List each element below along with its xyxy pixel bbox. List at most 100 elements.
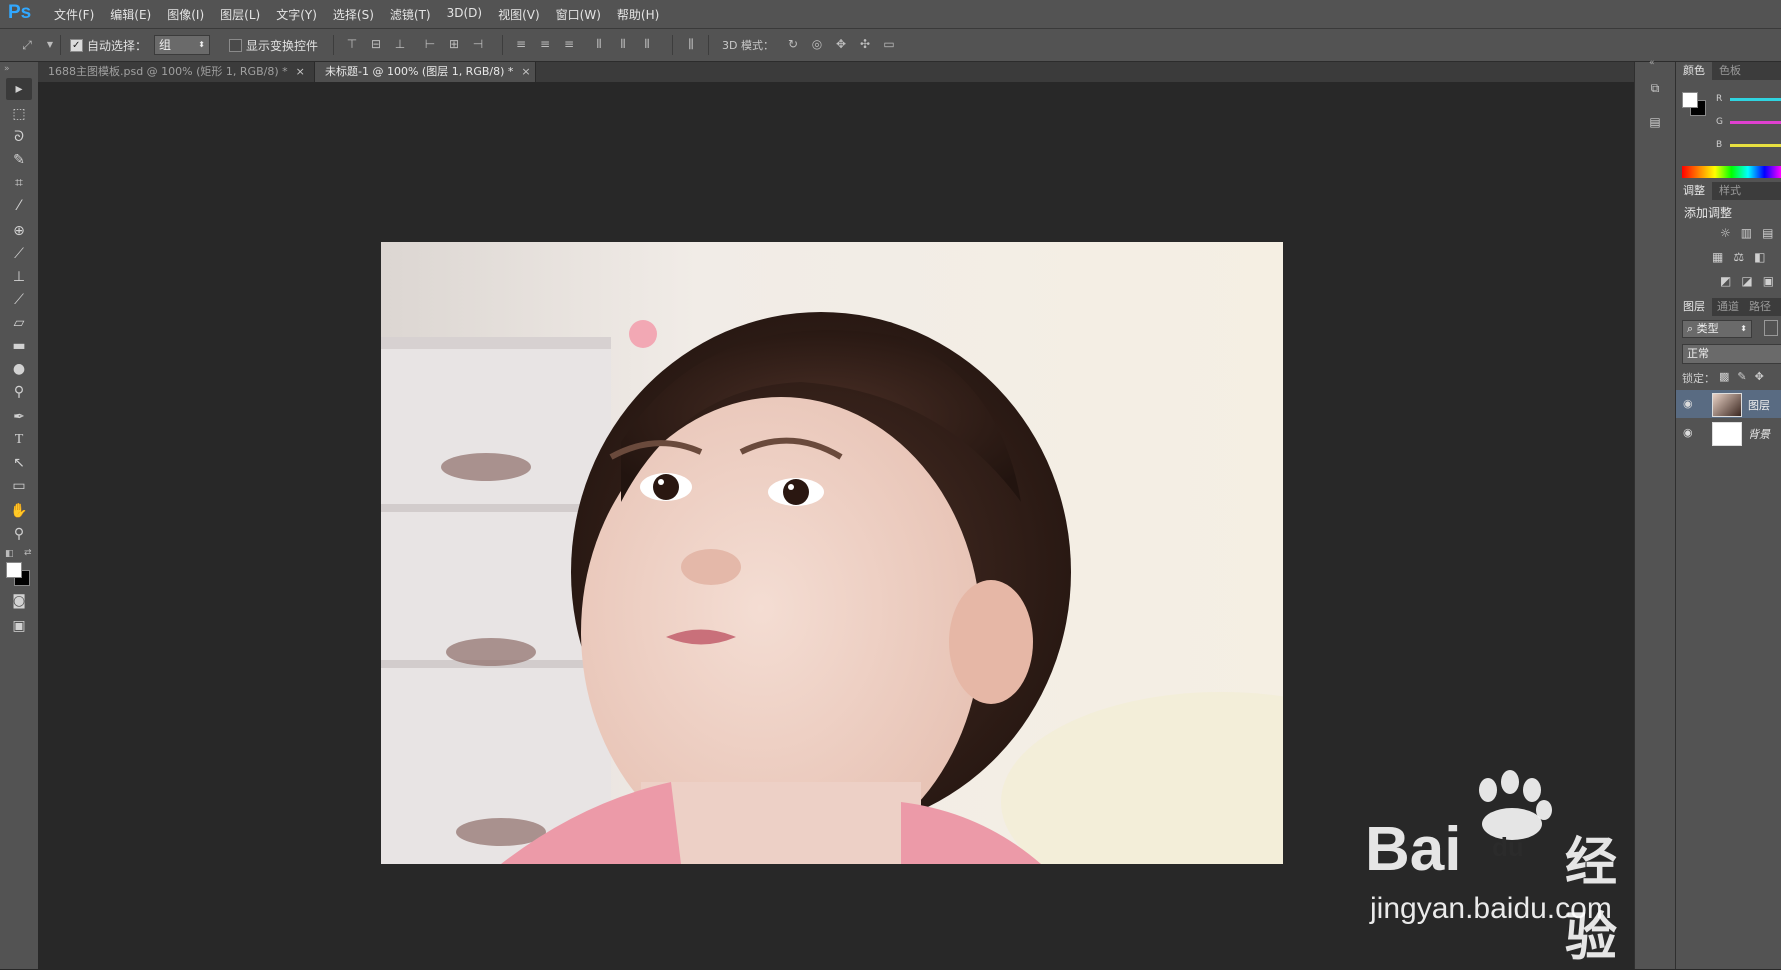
tab-swatches[interactable]: 色板 — [1712, 62, 1748, 80]
hue-saturation-icon[interactable]: ▦ — [1712, 250, 1723, 264]
levels-icon[interactable]: ▥ — [1741, 226, 1752, 240]
eye-visibility-icon[interactable]: ◉ — [1683, 397, 1693, 410]
tab-channels[interactable]: 通道 — [1710, 298, 1746, 316]
move-tool-icon[interactable]: ▸ — [6, 78, 32, 100]
marquee-tool-icon[interactable]: ⬚ — [6, 103, 32, 125]
eye-visibility-icon[interactable]: ◉ — [1683, 426, 1693, 439]
quick-mask-icon[interactable]: ◙ — [6, 590, 32, 612]
pen-tool-icon[interactable]: ✒ — [6, 406, 32, 428]
move-tool-preset-icon[interactable]: ⤢ — [20, 38, 34, 52]
zoom-tool-icon[interactable]: ⚲ — [6, 523, 32, 545]
tab-color[interactable]: 颜色 — [1676, 62, 1712, 80]
menu-edit[interactable]: 编辑(E) — [102, 6, 159, 23]
menu-window[interactable]: 窗口(W) — [548, 6, 609, 23]
3d-roll-icon[interactable]: ◎ — [810, 37, 824, 51]
dodge-tool-icon[interactable]: ⚲ — [6, 381, 32, 403]
menu-layer[interactable]: 图层(L) — [212, 6, 268, 23]
menu-image[interactable]: 图像(I) — [159, 6, 212, 23]
color-spectrum-bar[interactable] — [1682, 166, 1781, 178]
tab-1688-template[interactable]: 1688主图模板.psd @ 100% (矩形 1, RGB/8) * × — [38, 62, 320, 82]
eyedropper-tool-icon[interactable]: ⁄ — [6, 195, 32, 217]
black-white-icon[interactable]: ◧ — [1754, 250, 1765, 264]
swap-colors-icon[interactable]: ⇄ — [24, 548, 32, 558]
blur-tool-icon[interactable]: ● — [6, 358, 32, 380]
crop-tool-icon[interactable]: ⌗ — [6, 172, 32, 194]
distribute-vcenter-icon[interactable]: ≡ — [538, 37, 552, 51]
auto-align-icon[interactable]: ⫼ — [684, 37, 698, 51]
chevron-down-icon[interactable]: ▼ — [43, 38, 57, 52]
align-hcenter-icon[interactable]: ⊞ — [447, 37, 461, 51]
lock-pixels-icon[interactable]: ✎ — [1737, 370, 1746, 383]
3d-slide-icon[interactable]: ✣ — [858, 37, 872, 51]
shape-tool-icon[interactable]: ▭ — [6, 475, 32, 497]
tab-paths[interactable]: 路径 — [1742, 298, 1778, 316]
align-top-icon[interactable]: ⊤ — [345, 37, 359, 51]
3d-drag-icon[interactable]: ✥ — [834, 37, 848, 51]
distribute-right-icon[interactable]: ⫴ — [640, 37, 654, 51]
menu-filter[interactable]: 滤镜(T) — [382, 6, 439, 23]
distribute-hcenter-icon[interactable]: ⫴ — [616, 37, 630, 51]
foreground-color-swatch[interactable] — [1682, 92, 1698, 108]
3d-scale-icon[interactable]: ▭ — [882, 37, 896, 51]
type-tool-icon[interactable]: T — [6, 429, 32, 451]
healing-brush-icon[interactable]: ⊕ — [6, 220, 32, 242]
filter-toggle-icon[interactable] — [1764, 320, 1778, 336]
lasso-tool-icon[interactable]: ᘐ — [6, 126, 32, 148]
curves-icon[interactable]: ▤ — [1762, 226, 1773, 240]
tab-adjustments[interactable]: 调整 — [1676, 182, 1712, 200]
quick-select-tool-icon[interactable]: ✎ — [6, 149, 32, 171]
default-colors-icon[interactable]: ◧ — [5, 549, 14, 559]
3d-rotate-icon[interactable]: ↻ — [786, 37, 800, 51]
lock-position-icon[interactable]: ✥ — [1755, 370, 1764, 383]
r-slider[interactable] — [1730, 98, 1781, 101]
collapse-icon[interactable]: « — [1649, 58, 1655, 68]
align-vcenter-icon[interactable]: ⊟ — [369, 37, 383, 51]
tab-untitled-1[interactable]: 未标题-1 @ 100% (图层 1, RGB/8) * × — [314, 62, 536, 82]
layer-row[interactable]: ◉ 背景 — [1676, 419, 1781, 447]
distribute-top-icon[interactable]: ≡ — [514, 37, 528, 51]
auto-select-checkbox[interactable] — [70, 39, 83, 52]
brush-tool-icon[interactable]: ⟋ — [6, 243, 32, 265]
lock-transparent-icon[interactable]: ▩ — [1719, 370, 1729, 383]
menu-view[interactable]: 视图(V) — [490, 6, 548, 23]
menu-type[interactable]: 文字(Y) — [268, 6, 325, 23]
document-canvas-image[interactable] — [381, 242, 1283, 864]
distribute-bottom-icon[interactable]: ≡ — [562, 37, 576, 51]
gradient-map-icon[interactable]: ◪ — [1741, 274, 1752, 288]
color-balance-icon[interactable]: ⚖ — [1733, 250, 1744, 264]
auto-select-dropdown[interactable]: 组 ⬍ — [154, 35, 210, 55]
layer-kind-filter[interactable]: ⌕ 类型 ⬍ — [1682, 320, 1752, 338]
collapse-icon[interactable]: » — [4, 64, 10, 74]
selective-color-icon[interactable]: ▣ — [1763, 274, 1774, 288]
tab-styles[interactable]: 样式 — [1712, 182, 1748, 200]
foreground-color-swatch[interactable] — [6, 562, 22, 578]
path-select-icon[interactable]: ↖ — [6, 452, 32, 474]
menu-select[interactable]: 选择(S) — [325, 6, 382, 23]
menu-3d[interactable]: 3D(D) — [439, 6, 490, 23]
clone-stamp-icon[interactable]: ⊥ — [6, 266, 32, 288]
history-brush-icon[interactable]: ⟋ — [6, 289, 32, 311]
tab-layers[interactable]: 图层 — [1676, 298, 1712, 316]
g-slider[interactable] — [1730, 121, 1781, 124]
b-slider[interactable] — [1730, 144, 1781, 147]
menu-file[interactable]: 文件(F) — [46, 6, 102, 23]
distribute-left-icon[interactable]: ⫴ — [592, 37, 606, 51]
align-bottom-icon[interactable]: ⊥ — [393, 37, 407, 51]
screen-mode-icon[interactable]: ▣ — [6, 615, 32, 637]
menu-help[interactable]: 帮助(H) — [609, 6, 667, 23]
hand-tool-icon[interactable]: ✋ — [6, 500, 32, 522]
close-icon[interactable]: × — [521, 65, 530, 78]
blend-mode-dropdown[interactable]: 正常 — [1682, 344, 1781, 364]
show-transform-checkbox[interactable] — [229, 39, 242, 52]
close-icon[interactable]: × — [296, 65, 305, 78]
align-right-icon[interactable]: ⊣ — [471, 37, 485, 51]
eraser-tool-icon[interactable]: ▱ — [6, 312, 32, 334]
gradient-tool-icon[interactable]: ▬ — [6, 335, 32, 357]
brightness-icon[interactable]: ☼ — [1720, 226, 1731, 240]
history-panel-icon[interactable]: ⧉ — [1645, 78, 1665, 98]
invert-icon[interactable]: ◩ — [1720, 274, 1731, 288]
properties-panel-icon[interactable]: ▤ — [1645, 112, 1665, 132]
layer-row-selected[interactable]: ◉ 图层 — [1676, 390, 1781, 418]
show-transform-label: 显示变换控件 — [246, 39, 319, 53]
align-left-icon[interactable]: ⊢ — [423, 37, 437, 51]
